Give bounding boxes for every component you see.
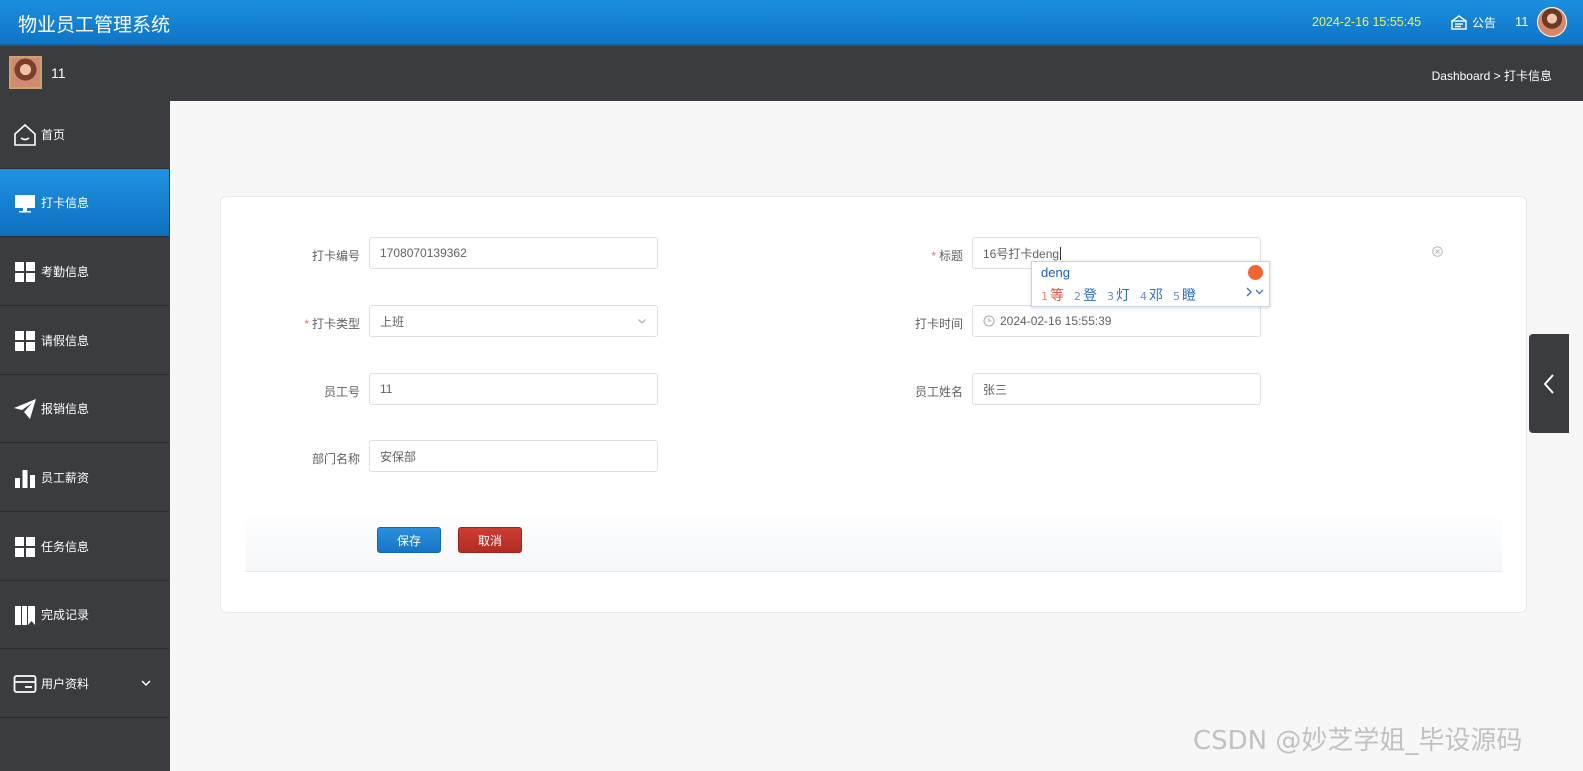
clock-icon xyxy=(983,315,995,327)
ime-candidate[interactable]: 2登 xyxy=(1074,285,1097,305)
sidebar-item-home[interactable]: 首页 xyxy=(0,101,169,169)
ime-candidate-popup: deng 1等 2登 3灯 4邓 5瞪 xyxy=(1031,261,1270,307)
ime-candidate-list: 1等 2登 3灯 4邓 5瞪 xyxy=(1041,285,1206,305)
breadcrumb: Dashboard > 打卡信息 xyxy=(1431,69,1552,83)
app-title: 物业员工管理系统 xyxy=(18,14,171,36)
employee-name-label: 员工姓名 xyxy=(914,385,963,399)
sidebar-item-label: 任务信息 xyxy=(41,540,90,554)
chevron-left-icon xyxy=(1543,373,1554,394)
title-value: 16号打卡deng xyxy=(983,246,1060,261)
user-avatar xyxy=(9,56,42,89)
cancel-button[interactable]: 取消 xyxy=(458,527,522,553)
sidebar-item-attendance[interactable]: 考勤信息 xyxy=(0,238,169,306)
punch-time-label: 打卡时间 xyxy=(914,317,963,331)
department-value: 安保部 xyxy=(380,449,417,464)
ime-composition: deng xyxy=(1041,265,1070,280)
grid-icon xyxy=(12,534,38,560)
punch-no-value: 1708070139362 xyxy=(380,246,467,260)
employee-no-value: 11 xyxy=(380,382,393,396)
ime-page-arrows[interactable] xyxy=(1245,286,1265,301)
grid-icon xyxy=(12,259,38,285)
announcement-icon xyxy=(1451,15,1467,30)
watermark: CSDN @妙芝学姐_毕设源码 xyxy=(1193,726,1523,756)
sidebar-item-label: 打卡信息 xyxy=(41,196,90,210)
sidebar-item-salary[interactable]: 员工薪资 xyxy=(0,444,169,512)
punch-type-label-text: 打卡类型 xyxy=(311,317,360,331)
department-input[interactable]: 安保部 xyxy=(369,440,658,472)
sidebar-item-label: 完成记录 xyxy=(41,608,90,622)
sidebar-item-completion[interactable]: 完成记录 xyxy=(0,581,169,649)
ime-candidate[interactable]: 3灯 xyxy=(1107,285,1130,305)
grid-icon xyxy=(12,328,38,354)
clear-icon[interactable] xyxy=(1432,246,1443,257)
collapse-panel-button[interactable] xyxy=(1529,334,1569,433)
title-label-text: 标题 xyxy=(938,249,963,263)
sidebar-item-label: 首页 xyxy=(41,128,66,142)
sub-header-bar: 11 Dashboard > 打卡信息 xyxy=(0,46,1583,101)
punch-no-label: 打卡编号 xyxy=(311,249,360,263)
sidebar: 首页 打卡信息 考勤信息 请假信息 报销信息 员工薪资 任务信息 完成记录 用户… xyxy=(0,101,170,771)
sidebar-item-punch-info[interactable]: 打卡信息 xyxy=(0,169,169,237)
employee-name-input[interactable]: 张三 xyxy=(972,373,1261,405)
chevron-down-icon xyxy=(638,319,646,324)
punch-type-select[interactable]: 上班 xyxy=(369,305,658,337)
notice-label: 公告 xyxy=(1472,15,1497,30)
text-cursor xyxy=(1060,246,1062,260)
punch-type-value: 上班 xyxy=(380,314,405,329)
notice-button[interactable]: 公告 xyxy=(1449,12,1496,32)
header-avatar[interactable] xyxy=(1537,7,1567,37)
ime-candidate[interactable]: 1等 xyxy=(1041,285,1064,305)
punch-no-input[interactable]: 1708070139362 xyxy=(369,237,658,269)
sidebar-username: 11 xyxy=(51,65,66,81)
home-icon xyxy=(12,122,38,148)
sidebar-item-label: 报销信息 xyxy=(41,402,90,416)
sidebar-item-label: 请假信息 xyxy=(41,334,90,348)
ime-candidate[interactable]: 4邓 xyxy=(1140,285,1163,305)
sidebar-item-label: 用户资料 xyxy=(41,677,90,691)
header-username[interactable]: 11 xyxy=(1515,14,1529,29)
bar-chart-icon xyxy=(12,465,38,491)
punch-time-value: 2024-02-16 15:55:39 xyxy=(1000,314,1112,328)
punch-time-picker[interactable]: 2024-02-16 15:55:39 xyxy=(972,305,1261,337)
monitor-icon xyxy=(12,190,38,216)
title-label: * 标题 xyxy=(931,249,963,263)
current-datetime: 2024-2-16 15:55:45 xyxy=(1312,15,1422,29)
sidebar-item-label: 员工薪资 xyxy=(41,471,90,485)
ime-logo-icon[interactable] xyxy=(1248,265,1263,280)
sidebar-item-reimbursement[interactable]: 报销信息 xyxy=(0,375,169,443)
punch-type-label: * 打卡类型 xyxy=(304,317,360,331)
employee-name-value: 张三 xyxy=(983,382,1008,397)
chevron-right-icon[interactable] xyxy=(1245,286,1265,298)
sidebar-item-leave[interactable]: 请假信息 xyxy=(0,307,169,375)
employee-no-input[interactable]: 11 xyxy=(369,373,658,405)
ime-candidate[interactable]: 5瞪 xyxy=(1173,285,1196,305)
save-button[interactable]: 保存 xyxy=(377,527,441,553)
paper-plane-icon xyxy=(12,396,38,422)
sidebar-item-tasks[interactable]: 任务信息 xyxy=(0,513,169,581)
sidebar-item-profile[interactable]: 用户资料 xyxy=(0,650,169,718)
top-header-bar: 物业员工管理系统 2024-2-16 15:55:45 公告 11 xyxy=(0,0,1583,46)
book-icon xyxy=(12,602,38,628)
employee-no-label: 员工号 xyxy=(323,385,360,399)
department-label: 部门名称 xyxy=(311,452,360,466)
chevron-down-icon xyxy=(141,680,151,687)
card-icon xyxy=(12,671,38,697)
sidebar-item-label: 考勤信息 xyxy=(41,265,90,279)
